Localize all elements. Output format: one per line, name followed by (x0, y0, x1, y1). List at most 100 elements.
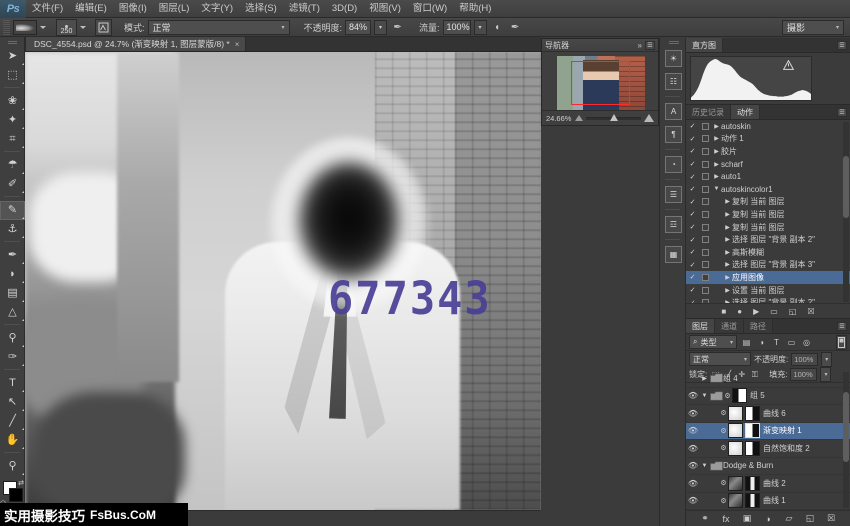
new-adjustment-icon[interactable]: ◑ (762, 514, 774, 524)
layer-blend-mode-select[interactable]: 正常 ▾ (689, 352, 751, 366)
lasso-tool[interactable]: ❀ (0, 92, 25, 111)
action-expand-icon[interactable]: ▶ (712, 173, 721, 180)
action-expand-icon[interactable]: ▶ (712, 135, 721, 142)
eraser-tool[interactable]: ◗ (0, 265, 25, 284)
blend-mode-select[interactable]: 正常 ▾ (148, 20, 290, 35)
canvas-area[interactable]: 677343 POCO 摄影专题 http://photo.poco.cn/ (25, 52, 541, 510)
layer-row[interactable]: 👁⚙自然饱和度 2 (686, 440, 850, 458)
filter-smart-icon[interactable]: ◎ (800, 335, 813, 349)
action-dialog-toggle[interactable] (699, 261, 712, 268)
action-check-icon[interactable]: ✓ (686, 173, 699, 181)
crop-tool[interactable]: ⌗ (0, 130, 25, 149)
layer-thumbnail[interactable] (728, 476, 743, 491)
action-check-icon[interactable]: ✓ (686, 273, 699, 281)
layer-opacity-field[interactable]: 100% (791, 353, 818, 366)
menu-item-10[interactable]: 帮助(H) (453, 0, 497, 18)
menu-item-9[interactable]: 窗口(W) (407, 0, 453, 18)
navigator-zoom-slider[interactable] (586, 117, 641, 120)
options-bar-grip[interactable] (3, 20, 10, 35)
navigator-header[interactable]: 导航器 » ☰ (542, 39, 658, 52)
layer-row[interactable]: 👁⚙曲线 1 (686, 493, 850, 511)
action-expand-icon[interactable]: ▶ (723, 224, 732, 231)
action-dialog-toggle[interactable] (699, 123, 712, 130)
healing-brush-tool[interactable]: ✐ (0, 175, 25, 194)
stop-icon[interactable]: ■ (721, 307, 726, 316)
action-expand-icon[interactable]: ▶ (723, 198, 732, 205)
layer-thumbnail[interactable] (728, 423, 743, 438)
record-icon[interactable]: ● (737, 307, 742, 316)
new-set-icon[interactable]: ▭ (770, 307, 778, 316)
menu-item-4[interactable]: 文字(Y) (195, 0, 239, 18)
zoom-in-icon[interactable] (644, 114, 654, 122)
type-tool[interactable]: T (0, 374, 25, 393)
tab-histogram[interactable]: 直方图 (686, 38, 723, 52)
new-layer-icon[interactable]: ◱ (804, 513, 816, 524)
brush-settings-icon[interactable]: ☀ (660, 47, 687, 70)
brush-preview-chevron-icon[interactable] (40, 26, 46, 29)
marquee-tool[interactable]: ⬚ (0, 66, 25, 85)
character-icon[interactable]: A (660, 100, 687, 123)
action-check-icon[interactable]: ✓ (686, 198, 699, 206)
menu-item-3[interactable]: 图层(L) (153, 0, 196, 18)
action-dialog-toggle[interactable] (699, 135, 712, 142)
eyedropper-tool[interactable]: ☂ (0, 156, 25, 175)
action-expand-icon[interactable]: ▶ (723, 211, 732, 218)
layer-thumbnail[interactable] (728, 493, 743, 508)
layer-expand-icon[interactable]: ▼ (700, 393, 709, 399)
new-group-icon[interactable]: ▱ (783, 513, 795, 524)
action-row[interactable]: ✓▶高斯模糊 (686, 246, 850, 259)
action-dialog-toggle[interactable] (699, 173, 712, 180)
layer-opacity-chevron-icon[interactable]: ▾ (821, 352, 832, 367)
layers-menu-icon[interactable]: ☰ (837, 322, 847, 331)
brush-panel-toggle[interactable] (95, 19, 112, 36)
menu-item-0[interactable]: 文件(F) (26, 0, 69, 18)
action-expand-icon[interactable]: ▶ (723, 261, 732, 268)
action-dialog-toggle[interactable] (699, 274, 712, 281)
layer-row[interactable]: 👁▼⚙组 5 (686, 388, 850, 406)
action-row[interactable]: ✓▼autoskincolor1 (686, 183, 850, 196)
layer-row[interactable]: 👁▼Dodge & Burn (686, 458, 850, 476)
navigator-menu-icon[interactable]: ☰ (645, 41, 655, 50)
group-mask-thumbnail[interactable] (732, 388, 747, 403)
action-row[interactable]: ✓▶scharf (686, 158, 850, 171)
navigator-view-box[interactable] (571, 61, 630, 105)
play-icon[interactable]: ▶ (753, 307, 759, 316)
link-icon[interactable]: ⚙ (719, 497, 728, 505)
layers-scrollbar[interactable] (843, 372, 849, 508)
action-row[interactable]: ✓▶复制 当前 图层 (686, 196, 850, 209)
visibility-toggle-icon[interactable]: 👁 (686, 461, 700, 470)
menu-item-2[interactable]: 图像(I) (113, 0, 153, 18)
gradient-tool[interactable]: ▤ (0, 284, 25, 303)
brush-size-chevron-icon[interactable] (80, 26, 86, 29)
tab-history[interactable]: 历史记录 (686, 105, 731, 119)
workspace-select[interactable]: 摄影 ▾ (782, 20, 844, 35)
filter-pixel-icon[interactable]: ▤ (740, 335, 753, 349)
layer-mask-thumbnail[interactable] (745, 423, 760, 438)
action-check-icon[interactable]: ✓ (686, 185, 699, 193)
hand-tool[interactable]: ✋ (0, 431, 25, 450)
paragraph-icon[interactable]: ¶ (660, 123, 687, 146)
delete-layer-icon[interactable]: ☒ (825, 513, 837, 524)
action-check-icon[interactable]: ✓ (686, 223, 699, 231)
pressure-size-icon[interactable]: ✒ (508, 20, 523, 35)
document-tab[interactable]: DSC_4554.psd @ 24.7% (渐变映射 1, 图层蒙版/8) * … (25, 36, 246, 51)
visibility-toggle-icon[interactable]: 👁 (686, 409, 700, 418)
layer-row[interactable]: 👁⚙曲线 6 (686, 405, 850, 423)
opacity-field[interactable]: 84% (345, 20, 371, 35)
collapse-icon[interactable]: » (638, 41, 642, 50)
menu-item-8[interactable]: 视图(V) (363, 0, 407, 18)
action-check-icon[interactable]: ✓ (686, 248, 699, 256)
link-layers-icon[interactable]: ⚭ (699, 513, 711, 524)
adjustments-icon[interactable]: ☷ (660, 70, 687, 93)
action-check-icon[interactable]: ✓ (686, 160, 699, 168)
action-row[interactable]: ✓▶复制 当前 图层 (686, 221, 850, 234)
action-dialog-toggle[interactable] (699, 287, 712, 294)
layer-row[interactable]: ▶组 4 (686, 370, 850, 388)
visibility-toggle-icon[interactable]: 👁 (686, 444, 700, 453)
tools-panel-grip[interactable] (0, 39, 24, 47)
action-dialog-toggle[interactable] (699, 148, 712, 155)
brush-preview[interactable] (13, 20, 37, 35)
background-color-swatch[interactable] (9, 488, 23, 502)
visibility-toggle-icon[interactable]: 👁 (686, 479, 700, 488)
blur-tool[interactable]: △ (0, 303, 25, 322)
